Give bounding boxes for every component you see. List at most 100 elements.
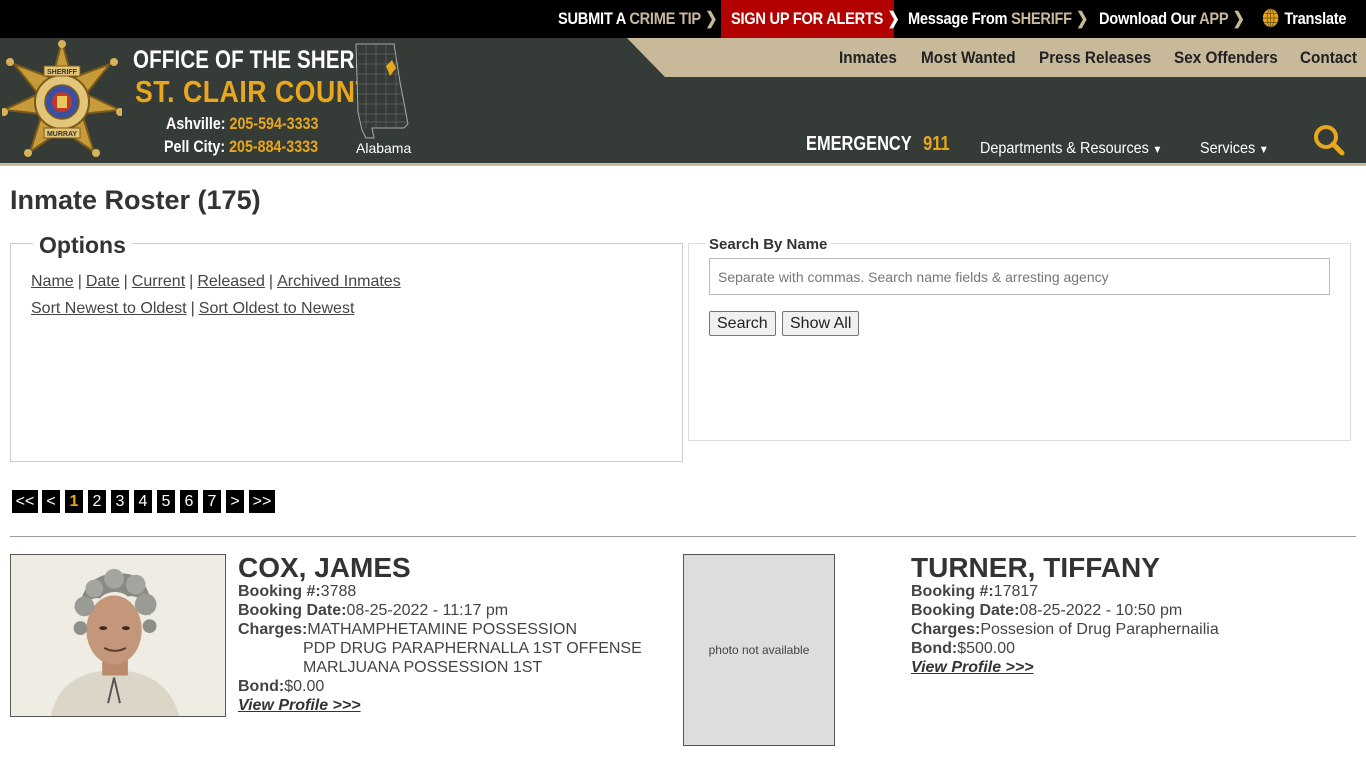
page-last[interactable]: >> (249, 490, 275, 513)
pell-city-phone: Pell City: 205-884-3333 (164, 137, 318, 157)
emergency-number: EMERGENCY 911 (806, 133, 950, 156)
bond-row: Bond:$0.00 (238, 678, 324, 696)
roster-divider (10, 536, 1356, 537)
sort-name-link[interactable]: Name (31, 273, 74, 290)
separator: | (190, 300, 195, 317)
booking-date-row: Booking Date:08-25-2022 - 10:50 pm (911, 602, 1182, 620)
inmate-name[interactable]: TURNER, TIFFANY (911, 552, 1160, 584)
state-label: Alabama (356, 140, 412, 156)
ashville-phone-label: Ashville: (166, 114, 226, 133)
sort-order-links: Sort Newest to Oldest | Sort Oldest to New… (31, 300, 354, 318)
nav-most-wanted[interactable]: Most Wanted (921, 48, 1016, 68)
booking-number-row: Booking #:17817 (911, 583, 1038, 601)
message-label: Message From (908, 9, 1008, 28)
search-icon[interactable] (1313, 124, 1345, 156)
charges-row: Charges:MATHAMPHETAMINE POSSESSION (238, 621, 577, 639)
crime-tip-link[interactable]: SUBMIT A CRIME TIP ❯ (558, 0, 717, 38)
departments-dropdown[interactable]: Departments & Resources ▼ (980, 140, 1162, 158)
emergency-label: EMERGENCY (806, 133, 912, 155)
chevron-right-icon: ❯ (887, 9, 900, 28)
booking-number-label: Booking #: (238, 583, 321, 600)
search-button[interactable]: Search (709, 311, 776, 336)
badge-top-text: SHERIFF (47, 69, 78, 76)
options-legend: Options (33, 232, 132, 259)
charge-item: MARLJUANA POSSESSION 1ST (303, 659, 543, 676)
sort-date-link[interactable]: Date (86, 273, 120, 290)
booking-date-label: Booking Date: (238, 602, 347, 619)
name-search-input[interactable] (709, 258, 1330, 295)
charge-item: Possesion of Drug Paraphernailia (980, 621, 1219, 638)
nav-sex-offenders[interactable]: Sex Offenders (1174, 48, 1278, 68)
bond-value: $0.00 (284, 678, 325, 695)
separator: | (268, 273, 274, 290)
badge-bottom-text: MURRAY (47, 131, 77, 138)
inmate-photo[interactable] (10, 554, 226, 717)
ashville-phone-number[interactable]: 205-594-3333 (229, 114, 318, 133)
app-highlight: APP (1199, 9, 1229, 28)
sort-by-links: Name | Date | Current | Released | Archived Inma… (31, 273, 401, 291)
bond-label: Bond: (238, 678, 285, 695)
top-utility-bar: SUBMIT A CRIME TIP ❯ SIGN UP FOR ALERTS ❯ … (0, 0, 1366, 38)
chevron-right-icon: ❯ (705, 9, 718, 28)
emergency-digits[interactable]: 911 (923, 133, 949, 155)
separator: | (77, 273, 82, 290)
options-panel: Options Name | Date | Current | Released | Archi… (10, 232, 683, 462)
charge-item: MATHAMPHETAMINE POSSESSION (307, 621, 578, 638)
booking-number-row: Booking #:3788 (238, 583, 356, 601)
globe-icon (1262, 8, 1279, 28)
nav-press-releases[interactable]: Press Releases (1039, 48, 1151, 68)
charges-label: Charges: (911, 621, 981, 638)
view-profile-link[interactable]: View Profile >>> (911, 659, 1034, 677)
filter-current-link[interactable]: Current (132, 273, 185, 290)
page-first[interactable]: << (12, 490, 38, 513)
page-1[interactable]: 1 (65, 490, 83, 513)
view-profile-link[interactable]: View Profile >>> (238, 697, 361, 715)
bond-label: Bond: (911, 640, 958, 657)
archived-inmates-link[interactable]: Archived Inmates (277, 273, 401, 290)
translate-button[interactable]: Translate (1262, 0, 1346, 38)
chevron-right-icon: ❯ (1232, 9, 1245, 28)
nav-inmates[interactable]: Inmates (839, 48, 897, 68)
services-label: Services (1200, 140, 1256, 157)
chevron-down-icon: ▼ (1152, 144, 1163, 156)
nav-contact[interactable]: Contact (1300, 48, 1357, 68)
departments-label: Departments & Resources (980, 140, 1149, 157)
page-5[interactable]: 5 (157, 490, 175, 513)
bond-row: Bond:$500.00 (911, 640, 1015, 658)
office-title: OFFICE OF THE SHERIFF (133, 46, 386, 74)
message-highlight: SHERIFF (1011, 9, 1072, 28)
photo-not-available-text: photo not available (708, 643, 810, 657)
download-app-link[interactable]: Download Our APP ❯ (1099, 0, 1245, 38)
charges-label: Charges: (238, 621, 308, 638)
page-4[interactable]: 4 (134, 490, 152, 513)
charges-row: Charges:Possesion of Drug Paraphernailia (911, 621, 1219, 639)
page-next[interactable]: > (226, 490, 244, 513)
page-title: Inmate Roster (175) (10, 185, 261, 215)
translate-label: Translate (1284, 9, 1347, 28)
page-prev[interactable]: < (42, 490, 60, 513)
sort-oldest-link[interactable]: Sort Oldest to Newest (199, 300, 355, 317)
booking-number-value: 3788 (320, 583, 357, 600)
page-3[interactable]: 3 (111, 490, 129, 513)
inmate-name[interactable]: COX, JAMES (238, 552, 411, 584)
alerts-link[interactable]: SIGN UP FOR ALERTS ❯ (731, 0, 900, 38)
inmate-photo-placeholder[interactable]: photo not available (683, 554, 835, 746)
sort-newest-link[interactable]: Sort Newest to Oldest (31, 300, 187, 317)
crime-tip-highlight: CRIME TIP (629, 9, 701, 28)
show-all-button[interactable]: Show All (782, 311, 860, 336)
booking-date-label: Booking Date: (911, 602, 1020, 619)
site-header: SHERIFF MURRAY OFFICE OF THE SHERIFF ST.… (0, 38, 1366, 165)
services-dropdown[interactable]: Services ▼ (1200, 140, 1269, 158)
sheriff-message-link[interactable]: Message From SHERIFF ❯ (908, 0, 1088, 38)
pell-city-phone-label: Pell City: (164, 137, 226, 156)
charge-item: PDP DRUG PARAPHERNALLA 1ST OFFENSE (303, 640, 642, 657)
page-7[interactable]: 7 (203, 490, 221, 513)
booking-date-value: 08-25-2022 - 10:50 pm (1019, 602, 1183, 619)
booking-number-value: 17817 (993, 583, 1039, 600)
page-2[interactable]: 2 (88, 490, 106, 513)
filter-released-link[interactable]: Released (197, 273, 265, 290)
pell-city-phone-number[interactable]: 205-884-3333 (229, 137, 318, 156)
search-panel: Search By Name Search Show All (688, 236, 1351, 441)
page-6[interactable]: 6 (180, 490, 198, 513)
crime-tip-label: SUBMIT A (558, 9, 626, 28)
